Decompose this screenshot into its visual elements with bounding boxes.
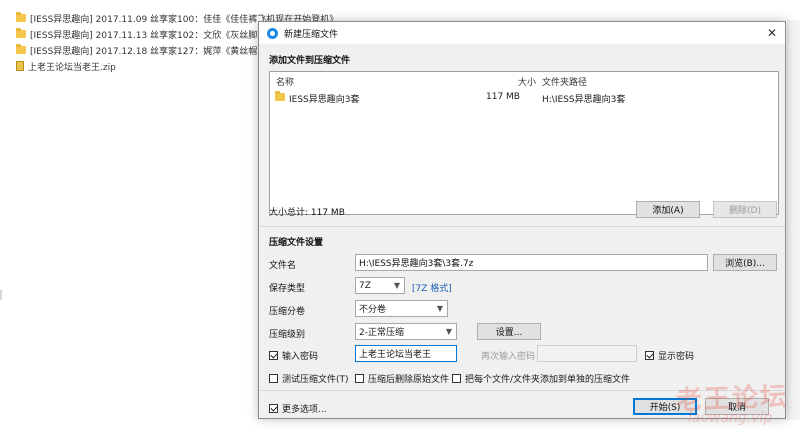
checkbox-icon	[452, 374, 461, 383]
column-path[interactable]: 文件夹路径	[542, 75, 587, 88]
level-value: 2-正常压缩	[359, 328, 404, 338]
total-size-label: 大小总计: 117 MB	[269, 208, 345, 218]
password-checkbox-label: 输入密码	[282, 352, 319, 362]
row-name: IESS异思趣向3套	[289, 95, 360, 105]
scrollbar[interactable]	[787, 20, 800, 420]
folder-icon	[16, 12, 26, 22]
add-button[interactable]: 添加(A)	[636, 201, 700, 218]
title-bar[interactable]: 新建压缩文件 ✕	[259, 22, 785, 44]
table-row[interactable]: IESS异思趣向3套 117 MB H:\IESS异思趣向3套	[270, 89, 778, 105]
checkbox-checked-icon	[269, 404, 278, 413]
each-file-checkbox[interactable]: 把每个文件/文件夹添加到单独的压缩文件	[452, 372, 630, 385]
divider	[0, 290, 2, 300]
close-icon[interactable]: ✕	[767, 26, 777, 40]
split-label: 压缩分卷	[269, 307, 306, 317]
test-archive-checkbox[interactable]: 测试压缩文件(T)	[269, 372, 349, 385]
save-type-select[interactable]: 7Z ▼	[355, 277, 405, 294]
chevron-down-icon: ▼	[393, 281, 400, 290]
zip-file-icon	[16, 61, 24, 71]
row-size: 117 MB	[486, 92, 520, 102]
folder-icon	[16, 28, 26, 38]
app-icon	[267, 27, 278, 39]
reenter-password-input[interactable]	[537, 345, 637, 362]
column-name[interactable]: 名称	[276, 75, 294, 88]
filename-input[interactable]: H:\IESS异思趣向3套\3套.7z	[355, 254, 708, 271]
level-select[interactable]: 2-正常压缩 ▼	[355, 323, 457, 340]
archive-file-list[interactable]: 名称 大小 文件夹路径 IESS异思趣向3套 117 MB H:\IESS异思趣…	[269, 71, 779, 215]
settings-button[interactable]: 设置...	[477, 323, 541, 340]
checkbox-icon	[269, 374, 278, 383]
file-name: 上老王论坛当老王.zip	[28, 62, 116, 73]
watermark-url: laowang.vip	[688, 410, 773, 426]
delete-after-checkbox[interactable]: 压缩后删除原始文件	[355, 372, 449, 385]
password-checkbox[interactable]: 输入密码	[269, 349, 318, 362]
file-name: [IESS异思趣向] 2017.11.13 丝享家102：文欣《灰丝脚玩橘子》	[30, 30, 294, 41]
folder-icon	[16, 44, 26, 54]
checkbox-icon	[355, 374, 364, 383]
dialog-title: 新建压缩文件	[284, 29, 339, 40]
row-path: H:\IESS异思趣向3套	[542, 95, 626, 105]
chevron-down-icon: ▼	[445, 327, 452, 336]
filename-label: 文件名	[269, 261, 297, 271]
save-type-value: 7Z	[359, 280, 371, 291]
show-password-checkbox[interactable]: 显示密码	[645, 349, 694, 362]
show-password-label: 显示密码	[658, 352, 695, 362]
checkbox-checked-icon	[645, 351, 654, 360]
folder-icon	[275, 91, 285, 101]
more-options-checkbox[interactable]: 更多选项...	[269, 402, 327, 415]
list-header: 名称 大小 文件夹路径	[270, 72, 778, 88]
level-label: 压缩级别	[269, 330, 306, 340]
file-name: [IESS异思趣向] 2017.12.18 丝享家127：娓萍《黄丝帽肉丝红鞋	[30, 46, 294, 57]
password-input[interactable]: 上老王论坛当老王	[355, 345, 457, 362]
column-size[interactable]: 大小	[518, 75, 536, 88]
chevron-down-icon: ▼	[436, 304, 443, 313]
checkbox-checked-icon	[269, 351, 278, 360]
browse-button[interactable]: 浏览(B)...	[713, 254, 777, 271]
add-files-section-title: 添加文件到压缩文件	[269, 56, 351, 66]
reenter-password-label: 再次输入密码	[481, 352, 536, 362]
save-type-label: 保存类型	[269, 284, 306, 294]
archive-settings-section-title: 压缩文件设置	[269, 238, 324, 248]
split-value: 不分卷	[359, 305, 387, 315]
new-archive-dialog: 新建压缩文件 ✕ 添加文件到压缩文件 名称 大小 文件夹路径 IESS异思趣向3…	[258, 21, 786, 419]
delete-button[interactable]: 删除(D)	[713, 201, 777, 218]
more-options-label: 更多选项...	[282, 405, 327, 415]
each-file-label: 把每个文件/文件夹添加到单独的压缩文件	[465, 375, 631, 385]
delete-after-label: 压缩后删除原始文件	[368, 375, 450, 385]
section-divider	[259, 226, 785, 227]
test-archive-label: 测试压缩文件(T)	[282, 375, 349, 385]
split-select[interactable]: 不分卷 ▼	[355, 300, 448, 317]
format-link[interactable]: [7Z 格式]	[412, 281, 452, 294]
